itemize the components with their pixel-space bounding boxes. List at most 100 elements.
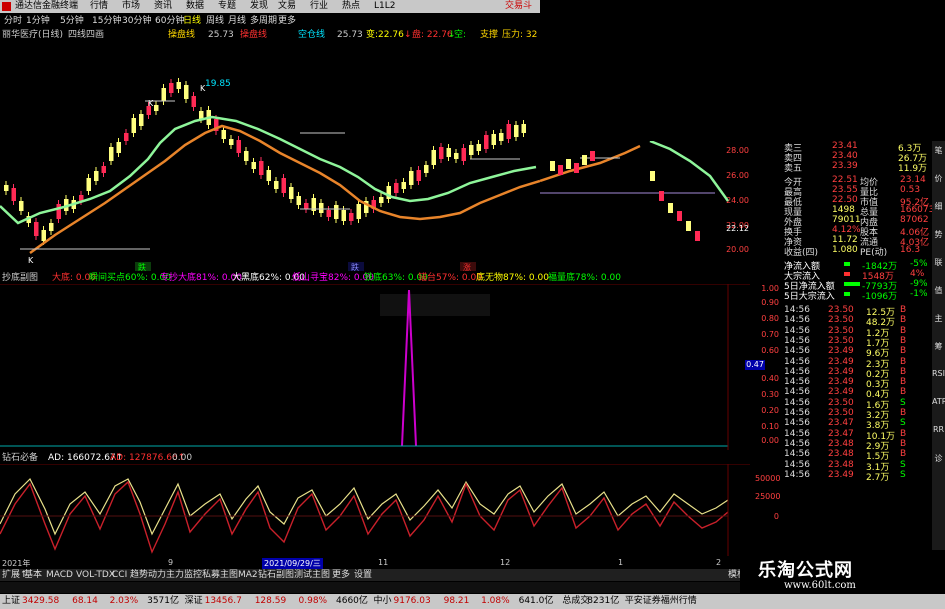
candle-body [356,204,361,219]
oscillator-line-red [0,480,729,554]
flow-label: 5日大宗流入 [784,292,835,302]
tick-time: 14:56 [784,366,810,377]
side-tab[interactable]: 联 [932,257,945,268]
menu-item[interactable]: 资讯 [154,0,172,13]
candle-body [341,210,346,221]
chart-header: 丽华医疗(日线) 四线四画 操盘线 25.73 操盘线 空仓线 25.73 变:… [0,29,540,41]
header-item: ↓ [404,30,412,40]
menu-item[interactable]: L1L2 [374,0,395,13]
period-tab[interactable]: 周线 [206,15,224,27]
kline-chart[interactable]: 19.85 K K K 跌 涨 跌 [0,41,540,271]
menu-item[interactable]: 发现 [250,0,268,13]
tick-price: 23.50 [828,315,854,326]
menu-item[interactable]: 市场 [122,0,140,13]
side-tab[interactable]: 值 [932,285,945,296]
stat-label: PE(动) [860,248,888,258]
side-tab[interactable]: ATR [932,397,945,406]
candle-body [514,125,519,137]
header-item: 25.73 [208,30,234,40]
menu-item[interactable]: 行情 [90,0,108,13]
candle-body [56,204,61,219]
candle-body [11,188,16,201]
side-tab[interactable]: RR [932,425,945,434]
candle-body [191,96,196,107]
menu-item[interactable]: 热点 [342,0,360,13]
tick-side: S [900,418,906,429]
indicator-tab[interactable]: CCI [112,569,127,581]
candle-body [582,155,587,165]
app-title: 通达信金融终端 [15,1,79,11]
candle-body [469,145,474,155]
tick-time: 14:56 [784,335,810,346]
indicator-tab[interactable]: MA2 [238,569,258,581]
indicator-tab[interactable]: 基本 [24,569,42,581]
flow-bar [844,262,850,266]
side-tab[interactable]: 价 [932,173,945,184]
menu-item[interactable]: 行业 [310,0,328,13]
tick-price: 23.50 [828,397,854,408]
candle-body [650,171,655,181]
menu-item[interactable]: 专题 [218,0,236,13]
tick-time: 14:56 [784,449,810,460]
period-tab[interactable]: 月线 [228,15,246,27]
side-tab[interactable]: 笔 [932,145,945,156]
menu-item[interactable]: 文易 [278,0,296,13]
order-label: 卖五 [784,164,803,174]
side-tab[interactable]: 诊 [932,453,945,464]
status-item: 中小 [373,596,392,606]
tick-side: B [900,449,907,460]
candle-body [229,139,234,145]
candle-body [236,140,241,153]
period-tab[interactable]: 15分钟 [92,15,121,27]
indicator1-chart[interactable] [0,284,750,450]
indicator-tab[interactable]: 测试主图 [294,569,330,581]
watermark: 乐淘公式网 www.60lt.com [740,550,945,594]
menu-item[interactable]: 数据 [186,0,204,13]
indicator1-header: 抄底副图 大底: 0.00 瞬间买点60%: 0.00 专抄大底81%: 0.0… [0,272,740,284]
indicator2-label: 0.00 [172,453,193,463]
tick-time: 14:56 [784,397,810,408]
indicator-tab[interactable]: MACD [46,569,73,581]
date-mark: 2 [716,558,722,567]
stat-value: 1.080 [832,245,858,255]
indicator-tab[interactable]: VOL-TDX [76,569,115,581]
period-tab[interactable]: 更多 [278,15,296,27]
side-tab[interactable]: 细 [932,201,945,212]
candle-body [251,162,256,169]
period-tab[interactable]: 30分钟 [122,15,151,27]
header-item: 变:22.76 [366,30,404,40]
period-tab[interactable]: 1分钟 [26,15,50,27]
indicator-tab[interactable]: 趋势动力 [130,569,166,581]
tick-price: 23.49 [828,387,854,398]
side-tab[interactable]: 主 [932,313,945,324]
period-tab[interactable]: 60分钟 [155,15,184,27]
indicator-tab[interactable]: 钻石副图 [258,569,294,581]
indicator-tab[interactable]: 私募主图 [202,569,238,581]
scroll-strip[interactable] [0,582,750,593]
side-tab[interactable]: 筹 [932,341,945,352]
candle-body [176,82,181,89]
candle-body [34,222,39,236]
period-tab[interactable]: 5分钟 [60,15,84,27]
period-tab[interactable]: 分时 [4,15,22,27]
candle-body [161,88,166,101]
candlesticks-ext [550,151,700,241]
market-status-bar: 上证 3429.58 68.14 2.03% 3571亿 深证 13456.7 128.59 0… [0,594,945,609]
header-item: 25.73 [337,30,363,40]
period-tab[interactable]: 多周期 [250,15,277,27]
flow-pct: -5% [910,259,928,269]
indicator2-chart[interactable] [0,464,750,556]
indicator-tab[interactable]: 主力监控 [166,569,202,581]
status-item: 3571亿 [147,596,179,606]
watermark-url: www.60lt.com [784,580,856,591]
tick-price: 23.49 [828,469,854,480]
candle-body [521,124,526,133]
side-tab[interactable]: 势 [932,229,945,240]
indicator-tab[interactable]: 设置 [354,569,372,581]
period-tab-active[interactable]: 日线 [183,15,201,27]
dark-rect [380,294,490,316]
kline-chart-extension[interactable] [540,141,730,271]
indicator-tab[interactable]: 更多 [332,569,350,581]
side-tab[interactable]: RSI [932,369,945,378]
candle-body [154,105,159,111]
